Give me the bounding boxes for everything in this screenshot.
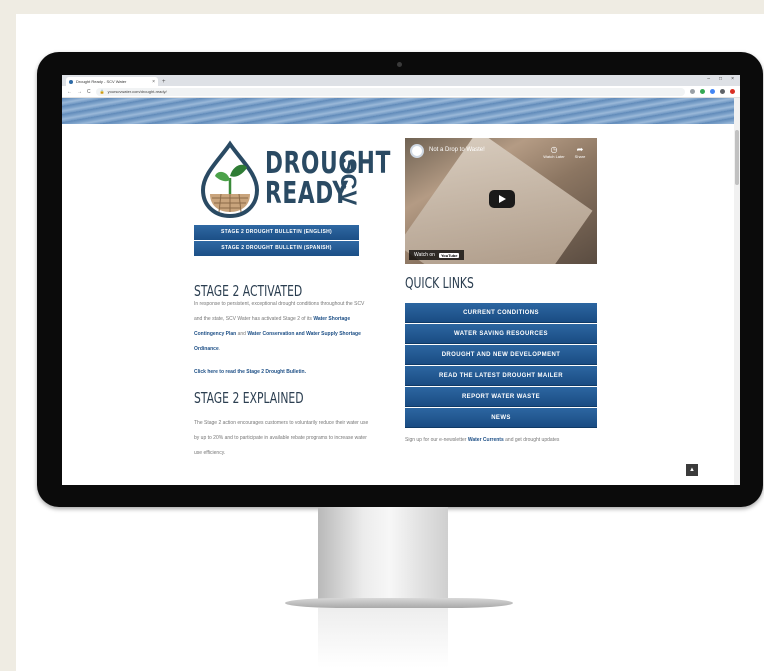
- youtube-logo-icon: YouTube: [438, 252, 460, 258]
- extensions-puzzle-icon[interactable]: [720, 89, 725, 94]
- water-banner: [62, 98, 740, 124]
- scrollbar-thumb[interactable]: [735, 130, 739, 185]
- video-title[interactable]: Not a Drop to Waste!: [429, 147, 485, 153]
- stand-reflection: [318, 608, 448, 668]
- logo-scv-text: SCV: [336, 158, 361, 207]
- minimize-button[interactable]: –: [707, 76, 710, 82]
- watch-later-label: Watch Later: [543, 154, 565, 159]
- share-button[interactable]: ➦ Share: [569, 145, 591, 159]
- clock-icon: ◷: [550, 145, 558, 154]
- browser-tab[interactable]: Drought Ready - SCV Water ×: [66, 77, 158, 86]
- url-text: yourscvwater.com/drought-ready/: [107, 89, 167, 94]
- share-icon: ➦: [576, 145, 584, 154]
- extension-icon[interactable]: [700, 89, 705, 94]
- lock-icon: 🔒: [99, 89, 105, 94]
- share-label: Share: [574, 154, 586, 159]
- play-icon: [498, 195, 506, 203]
- news-button[interactable]: NEWS: [405, 408, 597, 428]
- drought-ready-logo[interactable]: DROUGHT READY SCV: [197, 140, 390, 220]
- stage-explained-heading: STAGE 2 EXPLAINED: [194, 389, 304, 407]
- watch-on-label: Watch on: [414, 252, 435, 258]
- signup-text: Sign up for our e-newsletter: [405, 437, 468, 443]
- new-tab-button[interactable]: +: [162, 79, 166, 85]
- web-page: DROUGHT READY SCV STAGE 2 DROUGHT BULLET…: [62, 98, 740, 485]
- extension-icon[interactable]: [710, 89, 715, 94]
- watch-later-button[interactable]: ◷ Watch Later: [543, 145, 565, 159]
- monitor-bezel: Drought Ready - SCV Water × + – □ × ← → …: [37, 52, 763, 507]
- channel-avatar[interactable]: [410, 144, 424, 158]
- youtube-video-embed[interactable]: Not a Drop to Waste! ◷ Watch Later ➦ Sha…: [405, 138, 597, 264]
- report-water-waste-button[interactable]: REPORT WATER WASTE: [405, 387, 597, 407]
- camera-dot: [397, 62, 402, 67]
- quick-links-heading: QUICK LINKS: [405, 274, 474, 292]
- address-bar[interactable]: 🔒 yourscvwater.com/drought-ready/: [95, 87, 685, 96]
- stage-explained-paragraph: The Stage 2 action encourages customers …: [194, 420, 369, 456]
- paragraph-text: and: [236, 331, 248, 337]
- browser-toolbar: ← → C 🔒 yourscvwater.com/drought-ready/: [62, 86, 740, 98]
- maximize-button[interactable]: □: [719, 76, 722, 82]
- watch-on-youtube-button[interactable]: Watch on YouTube: [409, 250, 465, 260]
- monitor-screen: Drought Ready - SCV Water × + – □ × ← → …: [62, 75, 740, 485]
- browser-tab-bar: Drought Ready - SCV Water × + – □ ×: [62, 75, 740, 86]
- tab-title: Drought Ready - SCV Water: [76, 79, 127, 84]
- bulletin-english-button[interactable]: STAGE 2 DROUGHT BULLETIN (ENGLISH): [194, 225, 359, 240]
- monitor-stand-base: [285, 598, 513, 608]
- page-scrollbar[interactable]: [734, 98, 740, 485]
- newsletter-signup-text: Sign up for our e-newsletter Water Curre…: [405, 435, 605, 445]
- favicon-icon: [69, 79, 73, 84]
- back-button[interactable]: ←: [67, 89, 72, 95]
- forward-button[interactable]: →: [77, 89, 82, 95]
- stage-activated-paragraph: In response to persistent, exceptional d…: [194, 297, 372, 357]
- reload-button[interactable]: C: [87, 89, 91, 95]
- current-conditions-button[interactable]: CURRENT CONDITIONS: [405, 303, 597, 323]
- play-button[interactable]: [489, 190, 515, 208]
- drought-mailer-button[interactable]: READ THE LATEST DROUGHT MAILER: [405, 366, 597, 386]
- bulletin-spanish-button[interactable]: STAGE 2 DROUGHT BULLETIN (SPANISH): [194, 241, 359, 256]
- monitor-stand-neck: [318, 507, 448, 602]
- water-saving-resources-button[interactable]: WATER SAVING RESOURCES: [405, 324, 597, 344]
- back-to-top-button[interactable]: ▲: [686, 464, 698, 476]
- drought-new-development-button[interactable]: DROUGHT AND NEW DEVELOPMENT: [405, 345, 597, 365]
- water-currents-link[interactable]: Water Currents: [468, 437, 504, 443]
- tab-close-icon[interactable]: ×: [152, 79, 155, 85]
- water-drop-plant-icon: [200, 140, 260, 218]
- window-controls: – □ ×: [707, 76, 734, 82]
- extension-icon[interactable]: [690, 89, 695, 94]
- close-window-button[interactable]: ×: [731, 76, 734, 82]
- profile-avatar[interactable]: [730, 89, 735, 94]
- signup-text: and get drought updates: [503, 437, 560, 443]
- stage-bulletin-link[interactable]: Click here to read the Stage 2 Drought B…: [194, 365, 372, 380]
- paragraph-text: .: [218, 346, 221, 352]
